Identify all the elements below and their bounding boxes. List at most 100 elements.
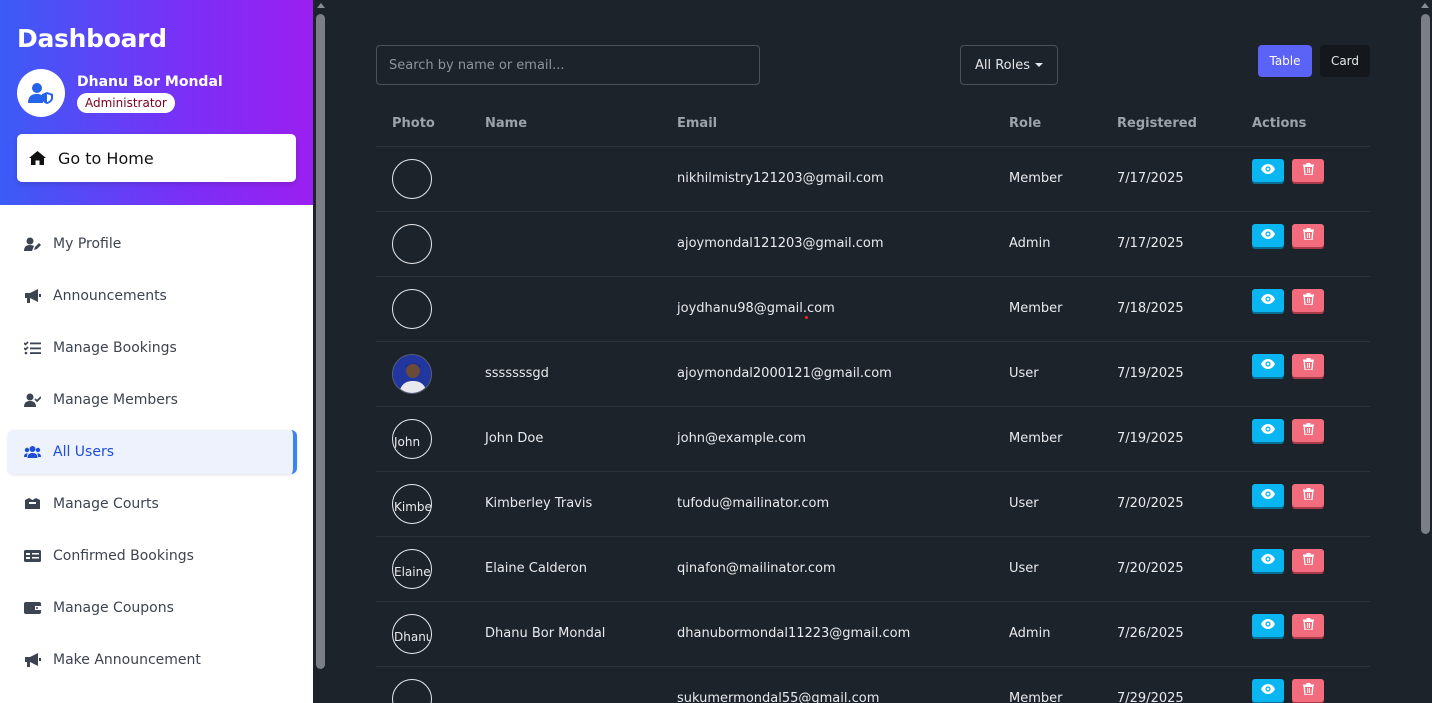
- megaphone-icon: [24, 289, 41, 303]
- sidebar-item-manage-courts[interactable]: Manage Courts: [8, 482, 297, 526]
- wallet-icon: [24, 601, 41, 615]
- sidebar-item-make-announcement[interactable]: Make Announcement: [8, 638, 297, 682]
- photo-cell: [376, 341, 469, 407]
- sidebar-item-all-users[interactable]: All Users: [8, 430, 297, 474]
- email-cell: ajoymondal2000121@gmail.com: [661, 341, 993, 407]
- role-cell: Member: [993, 146, 1101, 212]
- sidebar-item-label: All Users: [53, 444, 115, 460]
- delete-user-button[interactable]: [1292, 679, 1324, 702]
- user-pen-icon: [24, 237, 41, 251]
- view-user-button[interactable]: [1252, 224, 1284, 247]
- avatar: [392, 678, 432, 703]
- delete-user-button[interactable]: [1292, 224, 1324, 247]
- table-row: sssssssgd ajoymondal2000121@gmail.com User…: [376, 341, 1370, 407]
- sidebar-item-label: My Profile: [53, 236, 122, 252]
- sidebar-item-my-profile[interactable]: My Profile: [8, 222, 297, 266]
- role-cell: User: [993, 471, 1101, 537]
- eye-icon: [1261, 423, 1275, 438]
- avatar: [392, 353, 432, 394]
- name-cell: [469, 146, 661, 212]
- registered-cell: 7/17/2025: [1101, 211, 1236, 277]
- sidebar-item-manage-members[interactable]: Manage Members: [8, 378, 297, 422]
- view-user-button[interactable]: [1252, 679, 1284, 702]
- avatar-alt-text: Elaine: [394, 564, 431, 579]
- view-user-button[interactable]: [1252, 289, 1284, 312]
- table-view-button[interactable]: Table: [1258, 45, 1312, 77]
- actions-cell: [1236, 666, 1370, 703]
- table-header-row: Photo Name Email Role Registered Actions: [376, 102, 1370, 147]
- trash-icon: [1302, 162, 1314, 179]
- sidebar-item-confirmed-bookings[interactable]: Confirmed Bookings: [8, 534, 297, 578]
- search-input[interactable]: [376, 45, 760, 85]
- go-to-home-button[interactable]: Go to Home: [17, 134, 296, 182]
- column-header-role: Role: [993, 102, 1101, 147]
- email-cell: tufodu@mailinator.com: [661, 471, 993, 537]
- actions-cell: [1236, 536, 1370, 602]
- name-cell: [469, 211, 661, 277]
- sidebar-nav: My Profile Announcements Manage Bookings…: [0, 205, 313, 682]
- name-cell: sssssssgd: [469, 341, 661, 407]
- actions-cell: [1236, 146, 1370, 212]
- column-header-name: Name: [469, 102, 661, 147]
- avatar: Elaine: [392, 548, 432, 589]
- view-user-button[interactable]: [1252, 419, 1284, 442]
- photo-cell: Kimbe: [376, 471, 469, 537]
- role-cell: Member: [993, 276, 1101, 342]
- sidebar-item-label: Manage Bookings: [53, 340, 177, 356]
- registered-cell: 7/26/2025: [1101, 601, 1236, 667]
- view-user-button[interactable]: [1252, 354, 1284, 377]
- delete-user-button[interactable]: [1292, 484, 1324, 507]
- delete-user-button[interactable]: [1292, 549, 1324, 572]
- registered-cell: 7/19/2025: [1101, 341, 1236, 407]
- role-cell: Member: [993, 406, 1101, 472]
- delete-user-button[interactable]: [1292, 159, 1324, 182]
- table-row: John John Doe john@example.com Member 7/19/2…: [376, 406, 1370, 472]
- email-cell: ajoymondal121203@gmail.com: [661, 211, 993, 277]
- view-user-button[interactable]: [1252, 484, 1284, 507]
- view-user-button[interactable]: [1252, 159, 1284, 182]
- photo-cell: Elaine: [376, 536, 469, 602]
- sidebar-item-announcements[interactable]: Announcements: [8, 274, 297, 318]
- home-icon: [29, 151, 46, 165]
- avatar-alt-text: Dhanu: [394, 629, 432, 644]
- email-cell: nikhilmistry121203@gmail.com: [661, 146, 993, 212]
- registered-cell: 7/19/2025: [1101, 406, 1236, 472]
- eye-icon: [1261, 163, 1275, 178]
- view-user-button[interactable]: [1252, 549, 1284, 572]
- avatar-alt-text: John: [394, 434, 421, 449]
- user-name: Dhanu Bor Mondal: [77, 73, 223, 90]
- scroll-up-arrow-icon[interactable]: [1421, 3, 1429, 8]
- role-badge: Administrator: [77, 92, 175, 113]
- name-cell: [469, 276, 661, 342]
- view-user-button[interactable]: [1252, 614, 1284, 637]
- role-filter-label: All Roles: [974, 57, 1031, 73]
- table-row: Kimbe Kimberley Travis tufodu@mailinator.c…: [376, 471, 1370, 537]
- actions-cell: [1236, 211, 1370, 277]
- sidebar: Dashboard Dhanu Bor Mondal Administrator…: [0, 0, 313, 703]
- sidebar-item-manage-coupons[interactable]: Manage Coupons: [8, 586, 297, 630]
- avatar: [392, 223, 432, 264]
- role-cell: Admin: [993, 211, 1101, 277]
- caret-down-icon: [1035, 63, 1044, 67]
- sidebar-item-manage-bookings[interactable]: Manage Bookings: [8, 326, 297, 370]
- role-filter-dropdown[interactable]: All Roles: [960, 45, 1058, 85]
- trash-icon: [1302, 552, 1314, 569]
- email-cell: john@example.com: [661, 406, 993, 472]
- table-row: sukumermondal55@gmail.com Member 7/29/2025: [376, 666, 1370, 703]
- eye-icon: [1261, 618, 1275, 633]
- registered-cell: 7/18/2025: [1101, 276, 1236, 342]
- box-icon: [24, 497, 41, 511]
- user-profile: Dhanu Bor Mondal Administrator: [17, 69, 296, 117]
- registered-cell: 7/20/2025: [1101, 471, 1236, 537]
- delete-user-button[interactable]: [1292, 354, 1324, 377]
- delete-user-button[interactable]: [1292, 614, 1324, 637]
- sidebar-scrollbar-thumb[interactable]: [316, 14, 325, 669]
- delete-user-button[interactable]: [1292, 419, 1324, 442]
- scroll-up-arrow-icon[interactable]: [317, 3, 325, 8]
- main-scrollbar-thumb[interactable]: [1421, 14, 1430, 534]
- sidebar-header: Dashboard Dhanu Bor Mondal Administrator…: [0, 0, 313, 205]
- photo-cell: Dhanu: [376, 601, 469, 667]
- photo-cell: [376, 276, 469, 342]
- card-view-button[interactable]: Card: [1320, 45, 1370, 77]
- delete-user-button[interactable]: [1292, 289, 1324, 312]
